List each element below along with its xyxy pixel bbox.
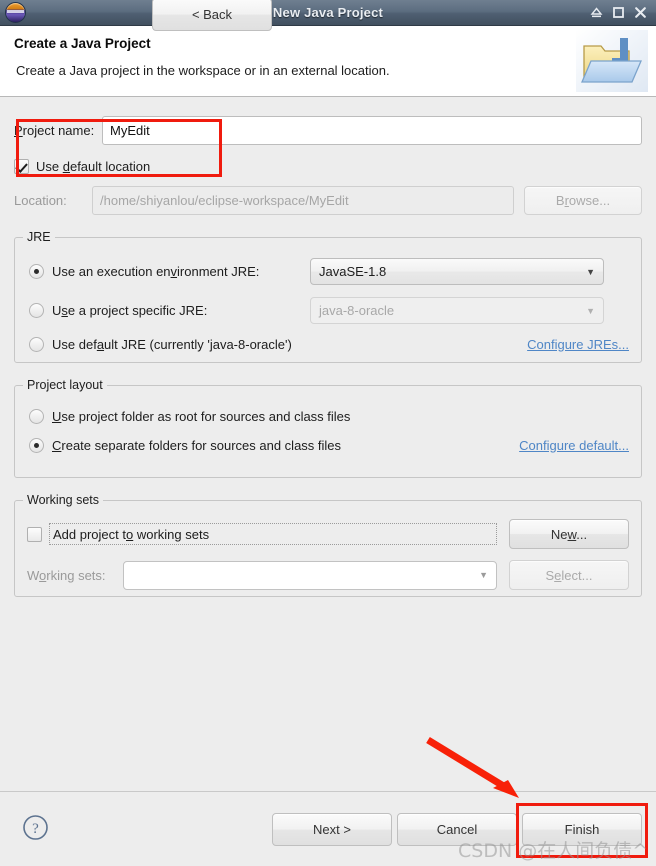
use-default-location-checkbox[interactable] <box>14 159 29 174</box>
jre-default-label: Use default JRE (currently 'java-8-oracl… <box>52 337 292 352</box>
minimize-icon[interactable] <box>590 6 603 19</box>
project-name-label-rest: roject name: <box>22 123 95 138</box>
chevron-down-icon: ▼ <box>586 266 595 277</box>
project-layout-group-title: Project layout <box>23 378 107 392</box>
window-controls <box>590 6 656 19</box>
chevron-down-icon: ▼ <box>479 570 488 580</box>
layout-separate-radio[interactable] <box>29 438 44 453</box>
specific-jre-value: java-8-oracle <box>319 303 395 318</box>
layout-separate-label: Create separate folders for sources and … <box>52 438 342 453</box>
layout-option-separate[interactable]: Create separate folders for sources and … <box>29 438 641 453</box>
chevron-down-icon: ▼ <box>586 305 595 316</box>
execution-env-value: JavaSE-1.8 <box>319 264 387 279</box>
location-label: Location: <box>14 193 67 208</box>
project-name-label: Project name: <box>14 123 102 138</box>
java-project-folder-icon <box>576 30 648 92</box>
project-layout-group: Project layout Use project folder as roo… <box>14 378 642 478</box>
jre-option-specific[interactable]: Use a project specific JRE: java-8-oracl… <box>29 297 641 324</box>
select-working-set-button[interactable]: Select... <box>509 560 629 590</box>
add-working-sets-label: Add project to working sets <box>53 526 210 542</box>
layout-option-root[interactable]: Use project folder as root for sources a… <box>29 409 641 424</box>
location-row: Location: /home/shiyanlou/eclipse-worksp… <box>14 186 642 215</box>
dialog-footer: ? < Back Next > Cancel Finish <box>0 0 656 866</box>
working-sets-combo[interactable]: ▼ <box>123 560 497 590</box>
jre-option-execution-env[interactable]: Use an execution environment JRE: JavaSE… <box>29 258 641 285</box>
window-title: New Java Project <box>272 5 384 20</box>
cancel-button[interactable]: Cancel <box>397 813 517 846</box>
project-name-row: Project name: MyEdit <box>14 116 642 145</box>
jre-default-radio[interactable] <box>29 337 44 352</box>
jre-specific-label: Use a project specific JRE: <box>52 303 208 318</box>
title-bar: New Java Project <box>0 0 656 26</box>
working-sets-group: Working sets Add project to working sets… <box>14 493 642 597</box>
wizard-header: Create a Java Project Create a Java proj… <box>0 26 656 97</box>
location-input[interactable]: /home/shiyanlou/eclipse-workspace/MyEdit <box>92 186 514 215</box>
jre-option-default[interactable]: Use default JRE (currently 'java-8-oracl… <box>29 337 641 352</box>
page-subtitle: Create a Java project in the workspace o… <box>16 63 390 78</box>
use-default-location-row[interactable]: Use default location <box>14 159 642 174</box>
browse-button[interactable]: Browse... <box>524 186 642 215</box>
svg-text:?: ? <box>32 821 39 837</box>
add-working-sets-focus: Add project to working sets <box>49 523 497 545</box>
project-name-input[interactable]: MyEdit <box>102 116 642 145</box>
configure-default-link[interactable]: Configure default... <box>519 438 629 453</box>
project-name-label-accel: P <box>14 123 23 138</box>
finish-button[interactable]: Finish <box>522 813 642 846</box>
help-question-icon[interactable]: ? <box>22 814 49 841</box>
working-sets-label: Working sets: <box>27 567 106 583</box>
page-title: Create a Java Project <box>14 36 151 51</box>
specific-jre-combo[interactable]: java-8-oracle ▼ <box>310 297 604 324</box>
add-working-sets-checkbox[interactable] <box>27 526 42 542</box>
layout-root-label: Use project folder as root for sources a… <box>52 409 351 424</box>
jre-group-title: JRE <box>23 230 55 244</box>
new-working-set-button[interactable]: New... <box>509 519 629 549</box>
next-button[interactable]: Next > <box>272 813 392 846</box>
close-icon[interactable] <box>634 6 647 19</box>
use-default-location-label: Use default location <box>36 159 151 174</box>
cancel-button-label: Cancel <box>436 822 478 837</box>
next-button-label: Next > <box>313 822 351 837</box>
configure-jres-link[interactable]: Configure JREs... <box>527 337 629 352</box>
working-sets-row: Working sets: ▼ Select... <box>27 560 641 590</box>
layout-root-radio[interactable] <box>29 409 44 424</box>
add-working-sets-row[interactable]: Add project to working sets New... <box>27 519 641 549</box>
jre-execution-env-label: Use an execution environment JRE: <box>52 264 260 279</box>
jre-specific-radio[interactable] <box>29 303 44 318</box>
back-button-label: < Back <box>191 7 233 22</box>
back-button[interactable]: < Back <box>152 0 272 31</box>
eclipse-icon <box>5 2 26 23</box>
jre-group: JRE Use an execution environment JRE: Ja… <box>14 230 642 363</box>
finish-button-label: Finish <box>564 822 600 837</box>
execution-env-combo[interactable]: JavaSE-1.8 ▼ <box>310 258 604 285</box>
dialog-body: Project name: MyEdit Use default locatio… <box>0 97 656 791</box>
jre-execution-env-radio[interactable] <box>29 264 44 279</box>
new-java-project-dialog: New Java Project Create a Java Project C… <box>0 0 656 866</box>
working-sets-group-title: Working sets <box>23 493 104 507</box>
maximize-icon[interactable] <box>612 6 625 19</box>
